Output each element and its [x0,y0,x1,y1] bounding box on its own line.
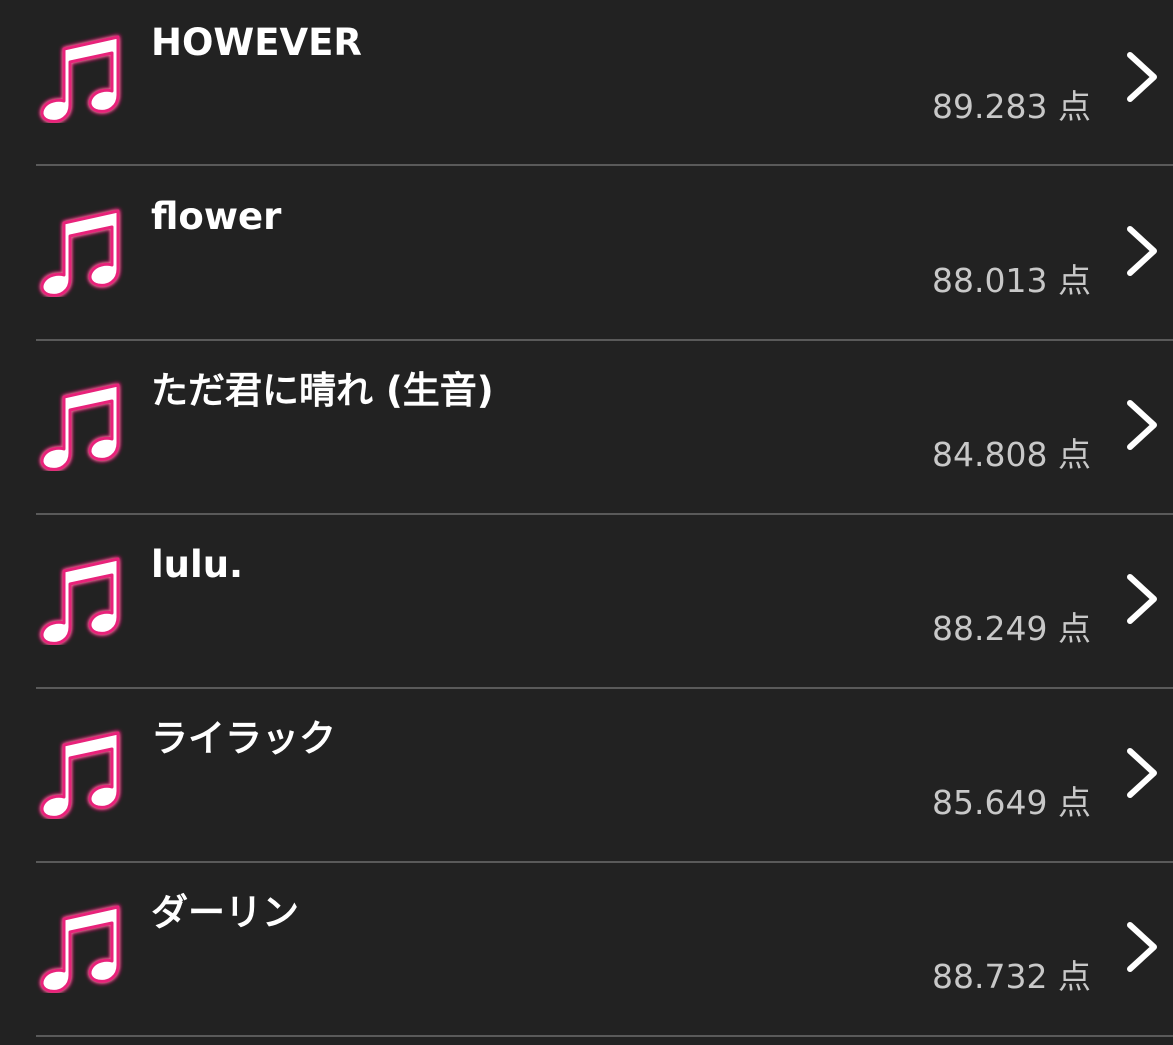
chevron-right-icon [1127,574,1157,624]
song-row[interactable]: ただ君に晴れ (生音) 84.808 点 [0,341,1173,515]
row-separator [36,164,1173,166]
music-note-icon [36,375,128,471]
chevron-right-icon [1127,748,1157,798]
song-score: 88.732 点 [932,957,1091,996]
music-note-icon [36,201,128,297]
chevron-right-icon [1127,52,1157,102]
song-score: 88.249 点 [932,609,1091,648]
song-score-list: HOWEVER 89.283 点 flower 88.013 点 ただ君に晴れ … [0,0,1173,1045]
music-note-icon [36,27,128,123]
chevron-right-icon [1127,400,1157,450]
row-separator [36,1035,1173,1037]
song-title: lulu. [151,543,244,586]
song-score: 85.649 点 [932,783,1091,822]
song-title: ダーリン [151,891,299,934]
music-note-icon [36,723,128,819]
song-score: 84.808 点 [932,435,1091,474]
song-score: 88.013 点 [932,261,1091,300]
song-row[interactable]: HOWEVER 89.283 点 [0,0,1173,167]
song-title: HOWEVER [151,21,362,64]
song-row[interactable]: lulu. 88.249 点 [0,515,1173,689]
chevron-right-icon [1127,226,1157,276]
music-note-icon [36,897,128,993]
song-title: flower [151,195,282,238]
song-row[interactable]: flower 88.013 点 [0,167,1173,341]
song-score: 89.283 点 [932,87,1091,126]
music-note-icon [36,549,128,645]
song-title: ライラック [151,717,336,760]
chevron-right-icon [1127,922,1157,972]
song-row[interactable]: ライラック 85.649 点 [0,689,1173,863]
song-row[interactable]: ダーリン 88.732 点 [0,863,1173,1037]
song-title: ただ君に晴れ (生音) [151,369,494,412]
